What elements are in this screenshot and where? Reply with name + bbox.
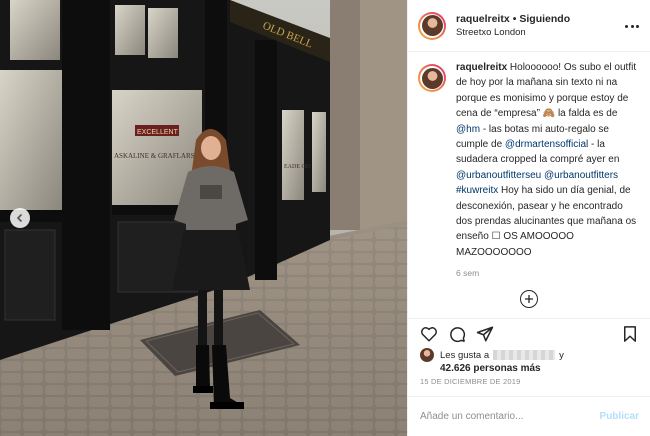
comment-box: Publicar xyxy=(408,396,650,436)
likes-prefix: Les gusta a xyxy=(440,349,490,361)
chevron-left-icon xyxy=(16,213,23,223)
caption-avatar[interactable] xyxy=(418,64,446,92)
previous-photo-button[interactable] xyxy=(10,208,30,228)
more-icon[interactable] xyxy=(625,19,639,33)
action-bar xyxy=(408,318,650,348)
liker-avatar[interactable] xyxy=(420,348,434,362)
header-username[interactable]: raquelreitx xyxy=(456,13,510,25)
mention-urbanoutfitters[interactable]: @urbanoutfitters xyxy=(544,170,618,181)
likes-suffix: y xyxy=(559,349,564,361)
comment-input[interactable] xyxy=(420,411,600,422)
mention-urbanoutfitterseu[interactable]: @urbanoutfitterseu xyxy=(456,170,541,181)
caption-username[interactable]: raquelreitx xyxy=(456,62,507,73)
comment-icon[interactable] xyxy=(448,325,466,343)
post-panel: raquelreitx • Siguiendo Streetxo London ra… xyxy=(407,0,650,436)
window-sign-shop: ASKALINE & GRAFLARS xyxy=(114,152,195,160)
plus-circle-icon xyxy=(525,295,533,303)
avatar[interactable] xyxy=(418,11,446,40)
caption-time: 6 sem xyxy=(456,268,480,279)
bookmark-icon[interactable] xyxy=(621,325,639,343)
comments-section: raquelreitx Holoooooo! Os subo el outfit… xyxy=(408,60,650,315)
post-header: raquelreitx • Siguiendo Streetxo London xyxy=(408,0,650,52)
window-sign-excellent: EXCELLENT xyxy=(137,129,179,136)
header-text: raquelreitx • Siguiendo Streetxo London xyxy=(456,11,570,40)
street-scene: OLD BELL EXCELLENT ASKALINE & GRAFLARS E… xyxy=(0,0,407,436)
window-sign-fade: EADE OD xyxy=(284,164,311,170)
hashtag-kuwreitx[interactable]: #kuwreitx xyxy=(456,185,498,196)
publish-button[interactable]: Publicar xyxy=(600,411,639,422)
post-location[interactable]: Streetxo London xyxy=(456,26,570,40)
caption-text: raquelreitx Holoooooo! Os subo el outfit… xyxy=(456,60,641,260)
likes-section: Les gusta a y 42.626 personas más xyxy=(420,348,645,376)
separator-dot: • xyxy=(512,13,517,25)
blurred-username xyxy=(493,350,556,360)
mention-hm[interactable]: @hm xyxy=(456,124,480,135)
likes-count[interactable]: 42.626 personas más xyxy=(440,362,645,376)
load-more-comments-button[interactable] xyxy=(520,290,538,308)
share-icon[interactable] xyxy=(476,325,494,343)
mention-drmartens[interactable]: @drmartensofficial xyxy=(505,139,588,150)
post-date: 15 DE DICIEMBRE DE 2019 xyxy=(420,377,521,386)
caption-row: raquelreitx Holoooooo! Os subo el outfit… xyxy=(418,60,641,260)
heart-icon[interactable] xyxy=(420,325,438,343)
post-photo[interactable]: OLD BELL EXCELLENT ASKALINE & GRAFLARS E… xyxy=(0,0,407,436)
follow-status-button[interactable]: Siguiendo xyxy=(519,13,570,25)
